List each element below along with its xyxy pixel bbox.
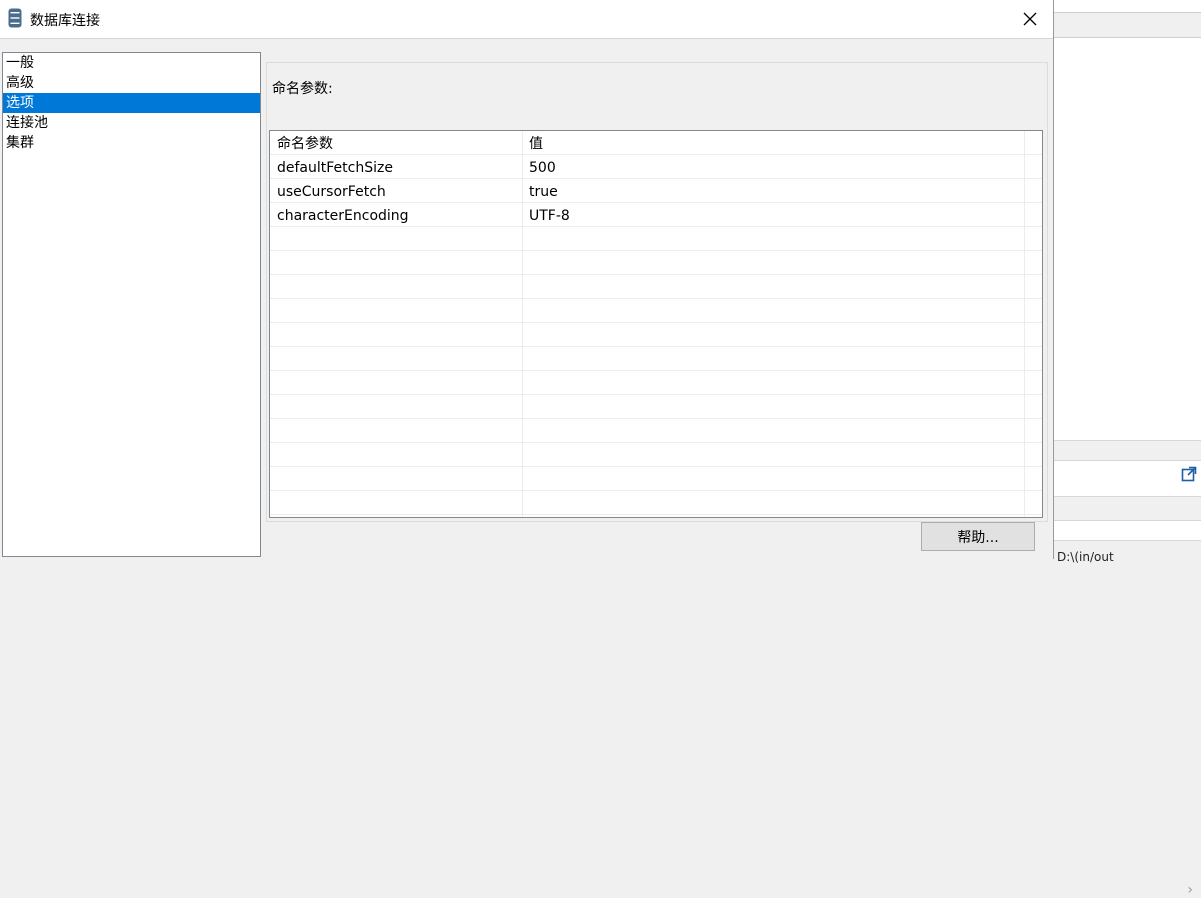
table-row[interactable]: useCursorFetch true (270, 179, 1042, 203)
param-value-cell[interactable]: 500 (522, 155, 1024, 179)
background-tabbar (1054, 496, 1201, 521)
help-button[interactable]: 帮助... (921, 522, 1035, 551)
table-row[interactable]: characterEncoding UTF-8 (270, 203, 1042, 227)
dialog-title: 数据库连接 (30, 13, 100, 29)
empty-table-row[interactable] (270, 395, 1042, 419)
param-name-cell[interactable]: defaultFetchSize (270, 155, 522, 179)
title-bar: 数据库连接 (0, 0, 1053, 39)
empty-table-row[interactable] (270, 227, 1042, 251)
database-connection-dialog: 数据库连接 一般 高级 选项 连接池 集群 命名参数: 命名参数 值 defau… (0, 0, 1054, 559)
nav-item-general[interactable]: 一般 (3, 53, 260, 73)
named-parameters-table[interactable]: 命名参数 值 defaultFetchSize 500 useCursorFet… (269, 130, 1043, 518)
database-icon (8, 8, 22, 28)
empty-table-row[interactable] (270, 347, 1042, 371)
background-field (1054, 520, 1201, 541)
category-nav: 一般 高级 选项 连接池 集群 (2, 52, 261, 557)
background-panel (1054, 460, 1201, 497)
empty-table-row[interactable] (270, 275, 1042, 299)
table-row[interactable]: defaultFetchSize 500 (270, 155, 1042, 179)
nav-item-cluster[interactable]: 集群 (3, 133, 260, 153)
empty-table-row[interactable] (270, 491, 1042, 515)
empty-table-row[interactable] (270, 323, 1042, 347)
param-name-cell[interactable]: characterEncoding (270, 203, 522, 227)
column-header-name[interactable]: 命名参数 (270, 131, 522, 155)
named-parameters-label: 命名参数: (272, 81, 333, 97)
param-name-cell[interactable]: useCursorFetch (270, 179, 522, 203)
chevron-right-icon[interactable]: › (1187, 882, 1193, 898)
empty-table-row[interactable] (270, 467, 1042, 491)
background-scrollbar[interactable]: › (1054, 440, 1201, 898)
empty-table-row[interactable] (270, 251, 1042, 275)
background-path-text: D:\(in/out (1057, 550, 1114, 564)
param-value-cell[interactable]: UTF-8 (522, 203, 1024, 227)
table-header-row: 命名参数 值 (270, 131, 1042, 155)
external-link-icon[interactable] (1181, 466, 1197, 482)
empty-table-row[interactable] (270, 299, 1042, 323)
column-header-value[interactable]: 值 (522, 131, 1024, 155)
nav-item-advanced[interactable]: 高级 (3, 73, 260, 93)
empty-table-row[interactable] (270, 419, 1042, 443)
close-icon[interactable] (1023, 12, 1037, 26)
nav-item-connection-pool[interactable]: 连接池 (3, 113, 260, 133)
background-toolbar (1054, 12, 1201, 38)
background-window: › D:\(in/out (1054, 0, 1201, 898)
empty-table-row[interactable] (270, 443, 1042, 467)
empty-table-row[interactable] (270, 371, 1042, 395)
nav-item-options[interactable]: 选项 (3, 93, 260, 113)
close-button[interactable] (1007, 0, 1053, 38)
param-value-cell[interactable]: true (522, 179, 1024, 203)
